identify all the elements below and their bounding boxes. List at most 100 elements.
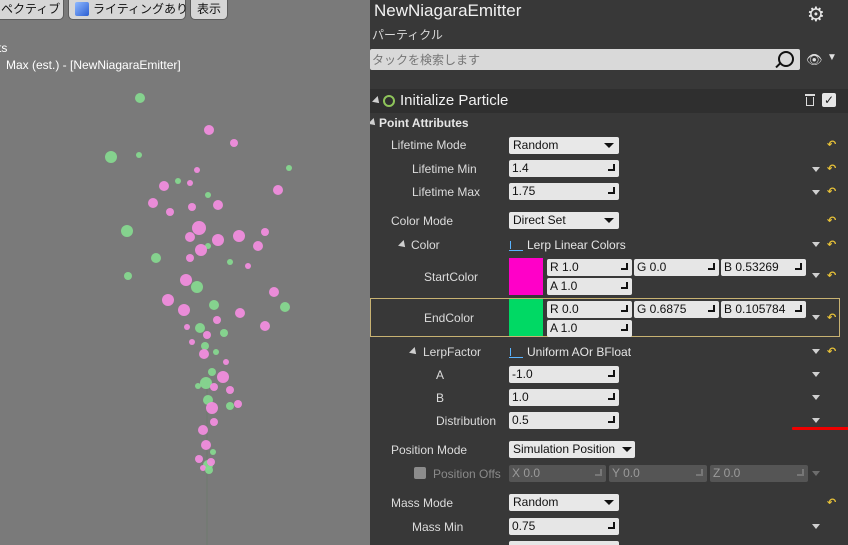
particle [105,151,117,163]
curve-icon [509,347,523,359]
particle [195,323,205,333]
lifetime-min-label: Lifetime Min [412,162,477,176]
row-distribution: Distribution 0.5 [370,411,848,431]
start-color-g-input[interactable]: G 0.0 [634,259,719,276]
row-position-offset: Position Offs X 0.0 Y 0.0 Z 0.0 [370,464,848,484]
module-header[interactable]: Initialize Particle ✓ [370,89,848,113]
chevron-down-icon[interactable] [812,242,820,247]
gear-icon[interactable]: ⚙ [807,2,825,27]
show-button[interactable]: 表示 [190,0,228,20]
viewport[interactable]: ペクティブ ライティングあり 表示 ts Max (est.) - [NewNi… [0,0,370,545]
collapse-arrow-icon[interactable] [370,118,378,128]
row-lifetime-min: Lifetime Min 1.4 ↶ [370,158,848,178]
section-point-attributes[interactable]: Point Attributes [370,113,848,133]
chevron-down-icon[interactable] [812,418,820,423]
position-offset-z-input[interactable]: Z 0.0 [710,465,808,482]
end-color-a-input[interactable]: A 1.0 [547,320,632,337]
particle [230,139,238,147]
end-color-r-input[interactable]: R 0.0 [547,301,632,318]
reset-to-default-icon[interactable]: ↶ [827,311,836,324]
lerp-factor-dynamic-input[interactable]: Uniform AOr BFloat [509,345,631,359]
particle [195,244,207,256]
row-a: A -1.0 [370,365,848,385]
chevron-down-icon[interactable] [812,167,820,172]
particle [178,304,190,316]
particle [185,232,195,242]
particle [203,331,211,339]
eye-icon[interactable]: 👁 [806,52,823,68]
chevron-down-icon[interactable] [812,190,820,195]
particle [199,349,209,359]
trash-icon[interactable] [805,94,815,106]
row-position-mode: Position Mode Simulation Position [370,440,848,460]
particle [227,259,233,265]
search-input[interactable] [372,51,772,68]
particle [207,458,215,466]
start-color-b-input[interactable]: B 0.53269 [721,259,806,276]
collapse-arrow-icon[interactable] [398,240,408,250]
particle [194,167,200,173]
collapse-arrow-icon[interactable] [409,347,419,357]
collapse-arrow-icon[interactable] [372,96,382,106]
chevron-down-icon[interactable] [812,395,820,400]
distribution-input[interactable]: 0.5 [509,412,619,429]
particle [273,185,283,195]
chevron-down-icon[interactable] [812,273,820,278]
particle [195,383,201,389]
start-color-r-input[interactable]: R 1.0 [547,259,632,276]
b-input[interactable]: 1.0 [509,389,619,406]
lifetime-mode-dropdown[interactable]: Random [509,137,619,154]
position-offset-y-input[interactable]: Y 0.0 [609,465,707,482]
end-color-b-input[interactable]: B 0.105784 [721,301,806,318]
position-offset-checkbox[interactable] [414,467,426,479]
reset-to-default-icon[interactable]: ↶ [827,162,836,175]
particle [198,425,208,435]
start-color-swatch[interactable] [509,258,543,295]
reset-to-default-icon[interactable]: ↶ [827,185,836,198]
chevron-down-icon[interactable] [812,372,820,377]
start-color-a-input[interactable]: A 1.0 [547,278,632,295]
reset-to-default-icon[interactable]: ↶ [827,269,836,282]
dynamic-input-label: Lerp Linear Colors [527,238,626,252]
chevron-down-icon[interactable] [812,524,820,529]
lighting-mode-button[interactable]: ライティングあり [68,0,188,20]
reset-to-default-icon[interactable]: ↶ [827,138,836,151]
search-icon[interactable] [778,51,794,67]
reset-to-default-icon[interactable]: ↶ [827,496,836,509]
end-color-g-input[interactable]: G 0.6875 [634,301,719,318]
lifetime-min-input[interactable]: 1.4 [509,160,619,177]
end-color-swatch[interactable] [509,299,543,336]
color-label: Color [411,238,440,252]
reset-to-default-icon[interactable]: ↶ [827,345,836,358]
particle [124,272,132,280]
particle [208,368,216,376]
color-mode-dropdown[interactable]: Direct Set [509,212,619,229]
lifetime-mode-label: Lifetime Mode [391,138,467,152]
module-enable-checkbox[interactable]: ✓ [822,93,836,107]
next-row-input[interactable] [509,541,619,545]
mass-mode-dropdown[interactable]: Random [509,494,619,511]
a-input[interactable]: -1.0 [509,366,619,383]
particle [234,400,242,408]
mass-min-input[interactable]: 0.75 [509,518,619,535]
dropdown-value: Direct Set [513,213,566,227]
particle [217,371,229,383]
chevron-down-icon[interactable]: ▼ [827,52,837,63]
particle [191,281,203,293]
particle [213,349,219,355]
reset-to-default-icon[interactable]: ↶ [827,238,836,251]
particle [210,418,218,426]
color-dynamic-input[interactable]: Lerp Linear Colors [509,238,626,252]
position-offset-x-input[interactable]: X 0.0 [509,465,606,482]
reset-to-default-icon[interactable]: ↶ [827,214,836,227]
search-box[interactable] [370,49,800,70]
particle [226,386,234,394]
particle [213,316,221,324]
perspective-button[interactable]: ペクティブ [0,0,64,20]
chevron-down-icon[interactable] [812,349,820,354]
panel-subtitle: パーティクル [372,28,443,42]
show-label: 表示 [197,2,222,16]
lifetime-max-input[interactable]: 1.75 [509,183,619,200]
position-mode-dropdown[interactable]: Simulation Position [509,441,635,458]
chevron-down-icon[interactable] [812,315,820,320]
